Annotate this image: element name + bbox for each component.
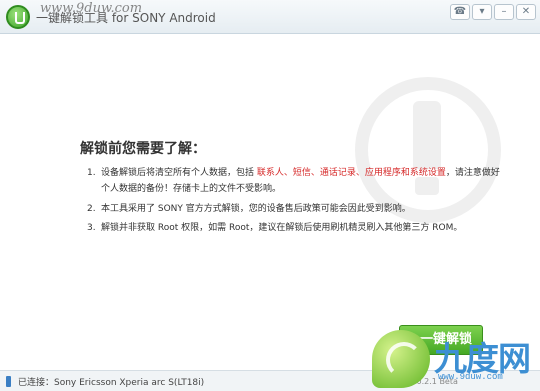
connection-status: 已连接：Sony Ericsson Xperia arc S(LT18i) [18,378,205,388]
list-item-number: 3. [87,223,96,234]
minimize-button[interactable]: – [494,4,514,20]
list-item: 2. 本工具采用了 SONY 官方方式解锁，您的设备售后政策可能会因此受到影响。 [87,202,507,218]
leaf-logo-icon [372,330,430,388]
feedback-button[interactable]: ☎ [450,4,470,20]
phone-icon [6,376,11,387]
app-logo-icon [6,5,30,29]
exclamation-icon [413,101,441,169]
brand-url: www.9duw.com [438,372,503,382]
window-title: 一键解锁工具 for SONY Android [36,11,216,25]
list-item-number: 1. [87,168,96,178]
warning-highlight: 联系人、短信、通话记录、应用程序和系统设置 [256,168,446,178]
list-item-text: 本工具采用了 SONY 官方方式解锁，您的设备售后政策可能会因此受到影响。 [101,203,411,214]
title-bar: www.9duw.com 一键解锁工具 for SONY Android ☎ ▾… [0,0,540,34]
notice-heading: 解锁前您需要了解： [80,141,206,157]
brand-watermark: 九度网 www.9duw.com [372,318,540,391]
list-item-number: 2. [87,203,96,214]
list-item: 3. 解锁并非获取 Root 权限，如需 Root，建议在解锁后使用刷机精灵刷入… [87,221,507,237]
list-item-text: 解锁并非获取 Root 权限，如需 Root，建议在解锁后使用刷机精灵刷入其他第… [101,223,463,234]
list-item-text: 设备解锁后将清空所有个人数据，包括 [101,168,257,178]
notice-list: 1. 设备解锁后将清空所有个人数据，包括 联系人、短信、通话记录、应用程序和系统… [87,166,507,237]
menu-button[interactable]: ▾ [472,4,492,20]
list-item: 1. 设备解锁后将清空所有个人数据，包括 联系人、短信、通话记录、应用程序和系统… [87,166,507,198]
close-button[interactable]: ✕ [516,4,536,20]
